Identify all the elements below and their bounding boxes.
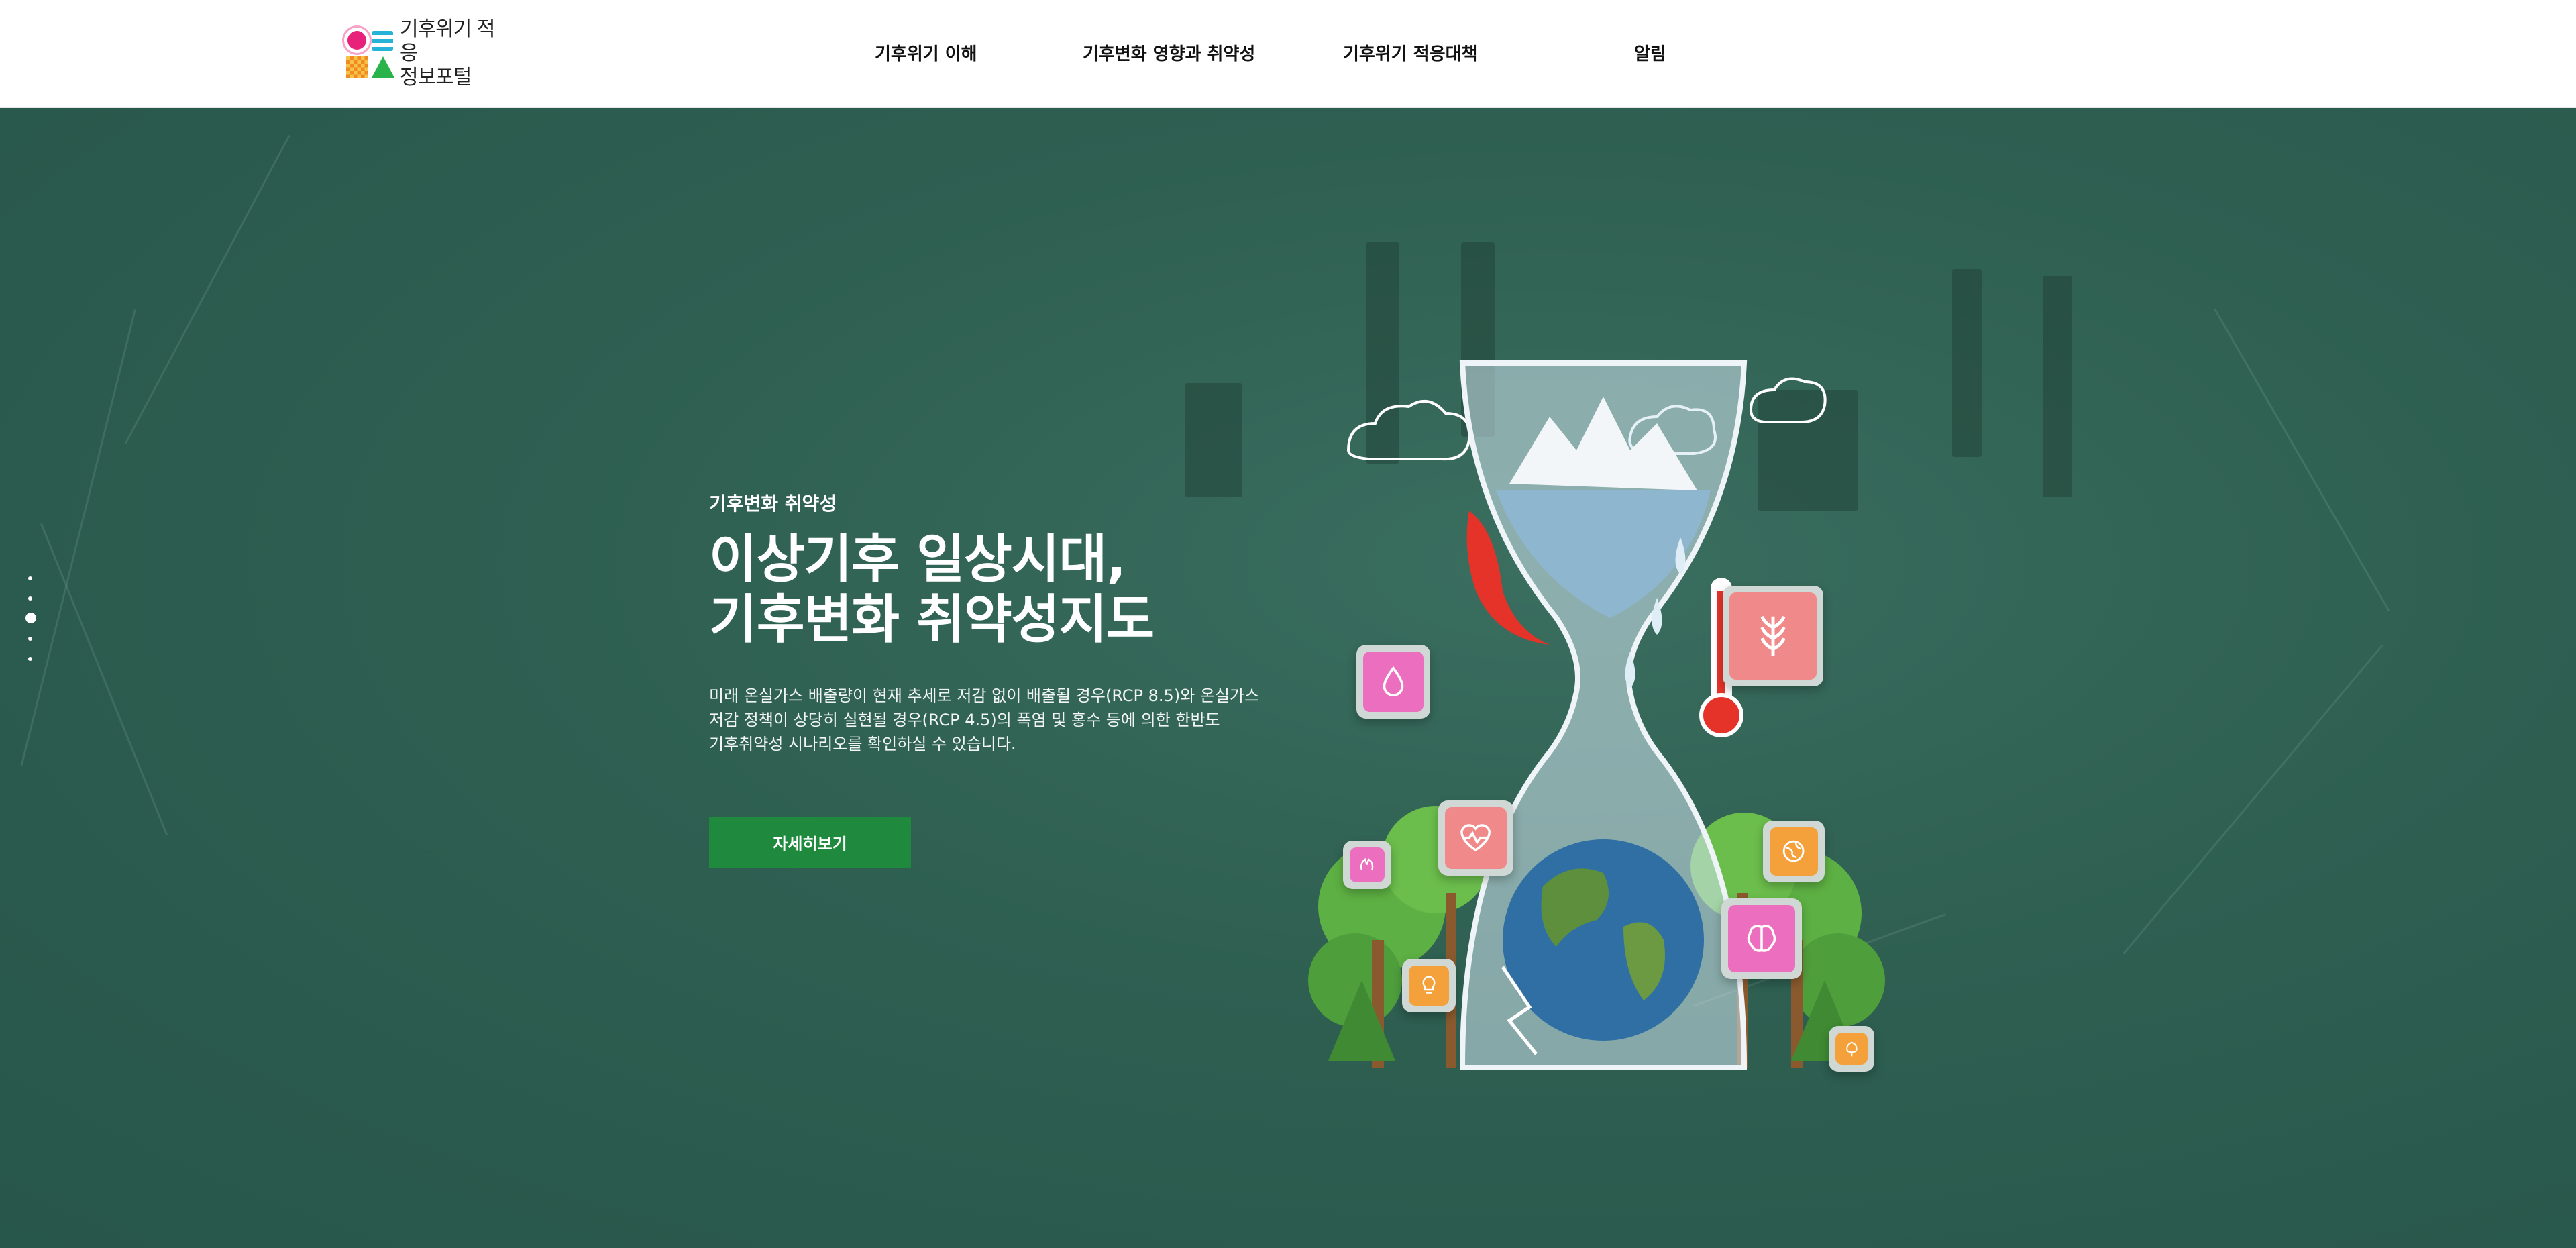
hero-headline-line-1: 이상기후 일상시대, — [709, 529, 1126, 590]
hero-description: 미래 온실가스 배출량이 현재 추세로 저감 없이 배출될 경우(RCP 8.5… — [709, 684, 1286, 756]
nav-item-notice[interactable]: 알림 — [1634, 40, 1666, 65]
nav-item-adaptation-policy[interactable]: 기후위기 적응대책 — [1343, 40, 1477, 65]
wheat-tile — [1723, 586, 1823, 686]
tree-tile — [1829, 1026, 1874, 1072]
water-drop-tile — [1356, 645, 1430, 719]
hourglass-graphic — [1308, 360, 1885, 1070]
lung-tile — [1343, 841, 1391, 889]
hero-eyebrow: 기후변화 취약성 — [709, 492, 837, 515]
logo-line-1: 기후위기 적응 — [400, 17, 496, 65]
lung-icon — [1360, 858, 1374, 871]
water-drop-icon — [1383, 666, 1404, 697]
site-logo[interactable]: 기후위기 적응 정보포털 — [343, 17, 504, 89]
hero-section: 기후변화 취약성 이상기후 일상시대, 기후변화 취약성지도 미래 온실가스 배… — [0, 108, 2576, 1248]
slide-dot-5[interactable] — [28, 657, 32, 661]
slide-dot-1[interactable] — [28, 576, 32, 580]
slide-dot-3-active[interactable] — [25, 613, 36, 623]
wheat-icon — [1760, 615, 1786, 656]
hero-headline-line-2: 기후변화 취약성지도 — [709, 590, 1155, 650]
heartbeat-tile — [1438, 800, 1513, 876]
view-details-button[interactable]: 자세히보기 — [709, 817, 911, 868]
brain-icon — [1747, 925, 1776, 952]
globe-tile — [1763, 821, 1825, 882]
nav-item-impact-vulnerability[interactable]: 기후변화 영향과 취약성 — [1083, 40, 1255, 65]
hourglass-illustration — [1308, 336, 1898, 1121]
logo-text: 기후위기 적응 정보포털 — [400, 17, 504, 90]
earth-globe — [1503, 839, 1704, 1041]
logo-line-2: 정보포털 — [400, 66, 472, 89]
bulb-icon — [1422, 976, 1436, 994]
heartbeat-icon — [1460, 824, 1491, 852]
slide-dot-4[interactable] — [28, 637, 32, 641]
bulb-tile — [1402, 959, 1456, 1012]
globe-icon — [1783, 841, 1805, 862]
logo-mark-icon — [343, 28, 394, 79]
hero-description-line-1: 미래 온실가스 배출량이 현재 추세로 저감 없이 배출될 경우(RCP 8.5… — [709, 686, 1260, 705]
nav-item-climate-understanding[interactable]: 기후위기 이해 — [875, 40, 977, 65]
hero-description-line-3: 기후취약성 시나리오를 확인하실 수 있습니다. — [709, 735, 1016, 753]
site-header: 기후위기 적응 정보포털 기후위기 이해 기후변화 영향과 취약성 기후위기 적… — [0, 0, 2576, 108]
slide-dot-2[interactable] — [28, 596, 32, 601]
hero-description-line-2: 저감 정책이 상당히 실현될 경우(RCP 4.5)의 폭염 및 홍수 등에 의… — [709, 711, 1220, 729]
hero-headline: 이상기후 일상시대, 기후변화 취약성지도 — [709, 529, 1155, 650]
brain-tile — [1721, 898, 1802, 979]
tree-icon — [1845, 1041, 1858, 1056]
